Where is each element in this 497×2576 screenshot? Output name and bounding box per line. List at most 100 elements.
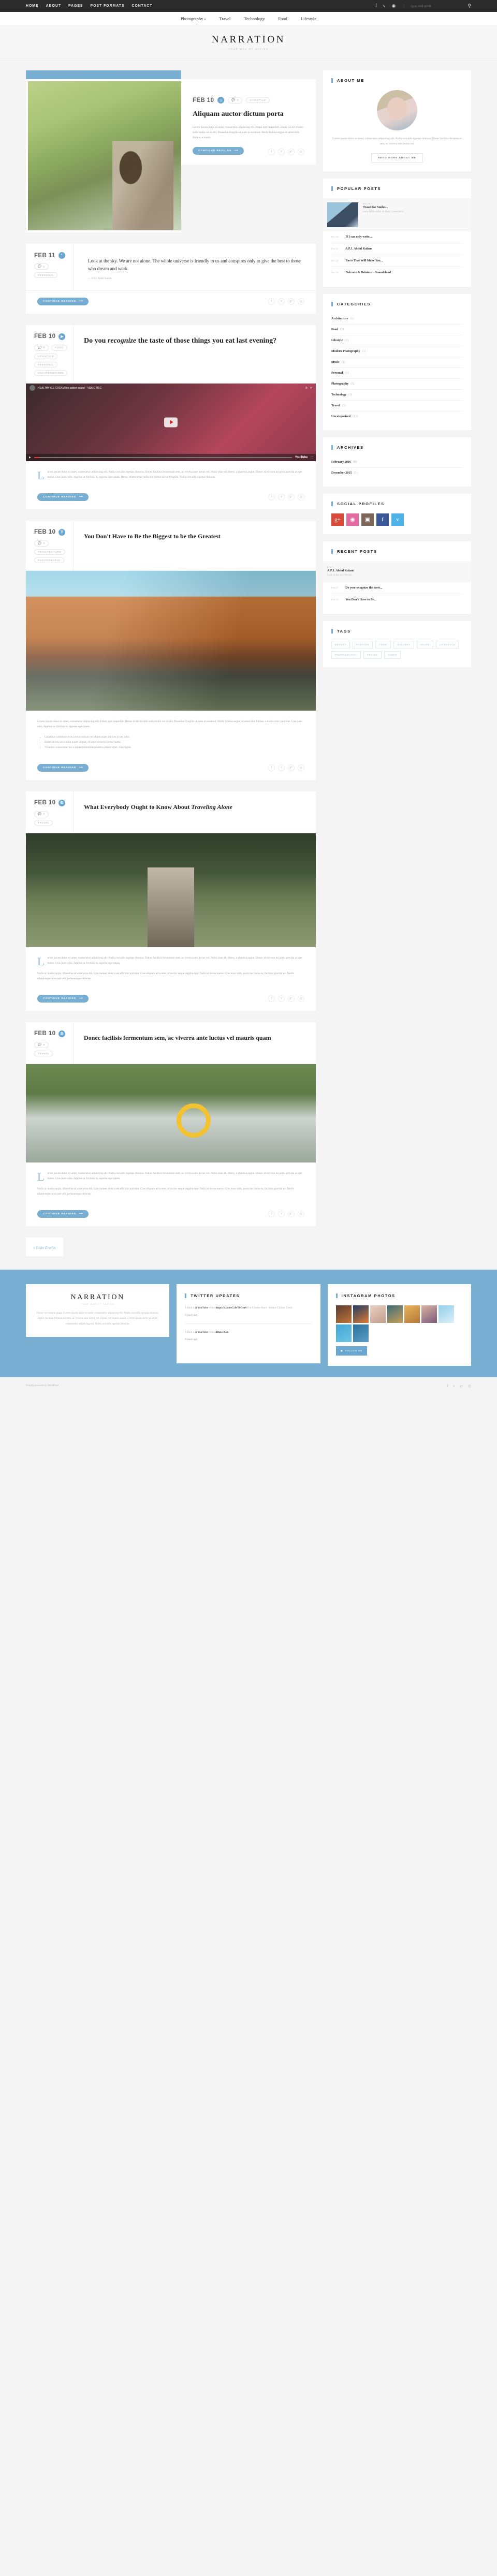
post-video-embed[interactable]: HEALTHY ICE CREAM (no added sugar) - VID…	[26, 383, 316, 461]
top-nav-item-home[interactable]: HOME	[26, 4, 39, 8]
category-item[interactable]: Technology (3)	[331, 390, 463, 401]
category-item[interactable]: Music (1)	[331, 357, 463, 368]
post-title[interactable]: A.P.J. Abdul Kalam	[327, 569, 467, 572]
twitter-icon[interactable]: ᴠ	[278, 148, 285, 155]
pinterest-icon[interactable]: ◎	[298, 493, 304, 501]
google-plus-icon[interactable]: g+	[288, 764, 295, 771]
instagram-icon[interactable]: ▣	[361, 513, 374, 526]
facebook-icon[interactable]: f	[447, 1384, 448, 1388]
fullscreen-icon[interactable]: ⛶	[311, 456, 313, 459]
twitter-icon[interactable]: ᴠ	[453, 1384, 455, 1388]
video-progress-bar[interactable]	[34, 457, 292, 458]
instagram-photo[interactable]	[353, 1305, 369, 1323]
older-entries-link[interactable]: « Older Entries	[33, 1246, 56, 1250]
site-title[interactable]: NARRATION	[0, 34, 497, 46]
share-icon[interactable]: ➦	[310, 387, 312, 390]
facebook-icon[interactable]: f	[376, 513, 389, 526]
twitter-icon[interactable]: ᴠ	[278, 764, 285, 771]
category-tag[interactable]: FOOD	[51, 344, 67, 351]
facebook-icon[interactable]: f	[268, 764, 275, 771]
post-title[interactable]: Do you recognize the taste of those thin…	[84, 336, 305, 346]
post-featured-image[interactable]	[26, 570, 316, 711]
dribbble-icon[interactable]: ◉	[392, 4, 396, 8]
category-tag[interactable]: PHOTOGRAPHY	[34, 557, 65, 563]
category-tag[interactable]: ARCHITECTURE	[34, 549, 65, 555]
play-icon[interactable]: ▶	[29, 456, 31, 459]
category-tag[interactable]: LIFESTYLE	[34, 353, 58, 359]
instagram-photo[interactable]	[438, 1305, 454, 1323]
nav-item-technology[interactable]: Technology	[244, 16, 265, 21]
list-item[interactable]: Feb 10– Do you recognize the taste...	[331, 582, 463, 594]
facebook-icon[interactable]: f	[375, 4, 377, 8]
twitter-icon[interactable]: ᴠ	[278, 298, 285, 305]
facebook-icon[interactable]: f	[268, 1210, 275, 1217]
twitter-icon[interactable]: ᴠ	[278, 1210, 285, 1217]
post-title[interactable]: Donec facilisis fermentum sem, ac viverr…	[84, 1034, 305, 1042]
twitter-icon[interactable]: ᴠ	[391, 513, 404, 526]
list-item[interactable]: Dec 24– If I can only write...	[331, 231, 463, 243]
play-button[interactable]	[164, 417, 178, 428]
pinterest-icon[interactable]: ◎	[298, 298, 304, 305]
twitter-icon[interactable]: ᴠ	[278, 493, 285, 501]
comment-count[interactable]: 💬 0	[34, 540, 49, 547]
post-featured-image[interactable]	[26, 79, 181, 232]
tag-chip[interactable]: PHOTOGRAPHY	[331, 651, 361, 659]
category-item[interactable]: Travel (5)	[331, 401, 463, 411]
post-featured-image[interactable]	[26, 833, 316, 947]
category-item[interactable]: Photography (5)	[331, 379, 463, 390]
google-plus-icon[interactable]: g+	[288, 148, 295, 155]
top-nav-item-pages[interactable]: PAGES	[68, 4, 83, 8]
nav-item-food[interactable]: Food	[278, 16, 287, 21]
top-nav-item-about[interactable]: ABOUT	[46, 4, 61, 8]
archive-item[interactable]: February 2016 (8)	[331, 457, 463, 468]
comment-count[interactable]: 💬 0	[228, 97, 243, 104]
instagram-photo[interactable]	[387, 1305, 403, 1323]
instagram-photo[interactable]	[335, 1305, 352, 1323]
dribbble-icon[interactable]: ◉	[346, 513, 359, 526]
follow-me-button[interactable]: ▣ FOLLOW ME	[335, 1346, 368, 1356]
google-plus-icon[interactable]: g+	[288, 493, 295, 501]
search-icon[interactable]: ⚲	[467, 3, 471, 9]
search-input[interactable]	[411, 4, 447, 8]
popular-featured-item[interactable]: Dec 24 Travel for Smiles... orem ipsum d…	[323, 198, 471, 231]
facebook-icon[interactable]: f	[268, 148, 275, 155]
tag-chip[interactable]: LIFESTYLE	[436, 640, 459, 649]
comment-count[interactable]: 💬 0	[34, 263, 49, 270]
tag-chip[interactable]: TRAVEL	[363, 651, 382, 659]
category-tag[interactable]: LIFESTYLE	[246, 97, 270, 103]
post-title[interactable]: Aliquam auctor dictum porta	[193, 110, 304, 120]
instagram-photo[interactable]	[404, 1305, 420, 1323]
google-plus-icon[interactable]: g+	[288, 298, 295, 305]
continue-reading-button[interactable]: CONTINUE READING ⟶	[37, 493, 89, 501]
post-title[interactable]: You Don't Have to Be the Biggest to be t…	[84, 532, 305, 540]
continue-reading-button[interactable]: CONTINUE READING ⟶	[37, 763, 89, 772]
pinterest-icon[interactable]: ◎	[468, 1384, 471, 1388]
pinterest-icon[interactable]: ◎	[298, 1210, 304, 1217]
pinterest-icon[interactable]: ◎	[298, 764, 304, 771]
post-title[interactable]: Travel for Smiles...	[363, 206, 405, 209]
tweet-link[interactable]: https://t.co/mCzIvT8Gm4	[216, 1306, 246, 1309]
post-title[interactable]: What Everybody Ought to Know About Trave…	[84, 803, 305, 811]
continue-reading-button[interactable]: CONTINUE READING ⟶	[193, 146, 244, 155]
google-plus-icon[interactable]: g+	[331, 513, 344, 526]
list-item[interactable]: Feb 11– A.P.J. Abdul Kalam	[331, 243, 463, 255]
nav-item-travel[interactable]: Travel	[219, 16, 230, 21]
continue-reading-button[interactable]: CONTINUE READING ⟶	[37, 994, 89, 1003]
archive-item[interactable]: December 2015 (5)	[331, 468, 463, 478]
comment-count[interactable]: 💬 0	[34, 1041, 49, 1048]
category-tag[interactable]: TRAVEL	[34, 819, 53, 826]
tweet-link[interactable]: https://t.co	[216, 1331, 229, 1334]
nav-item-photography[interactable]: Photography ▾	[181, 16, 206, 21]
category-tag[interactable]: PERSONAL	[34, 361, 58, 367]
pinterest-icon[interactable]: ◎	[298, 995, 304, 1002]
top-nav-item-post-formats[interactable]: POST FORMATS	[91, 4, 125, 8]
tag-chip[interactable]: FASHION	[353, 640, 373, 649]
instagram-photo[interactable]	[353, 1324, 369, 1342]
twitter-icon[interactable]: ᴠ	[278, 995, 285, 1002]
comment-count[interactable]: 💬 0	[34, 811, 49, 817]
category-tag[interactable]: UNCATEGORIZED	[34, 370, 67, 376]
recent-featured-item[interactable]: Feb 11 A.P.J. Abdul Kalam Look at the sk…	[323, 561, 471, 582]
post-featured-image[interactable]	[26, 1064, 316, 1162]
category-item[interactable]: Food (2)	[331, 325, 463, 335]
category-tag[interactable]: TRAVEL	[34, 1050, 53, 1056]
